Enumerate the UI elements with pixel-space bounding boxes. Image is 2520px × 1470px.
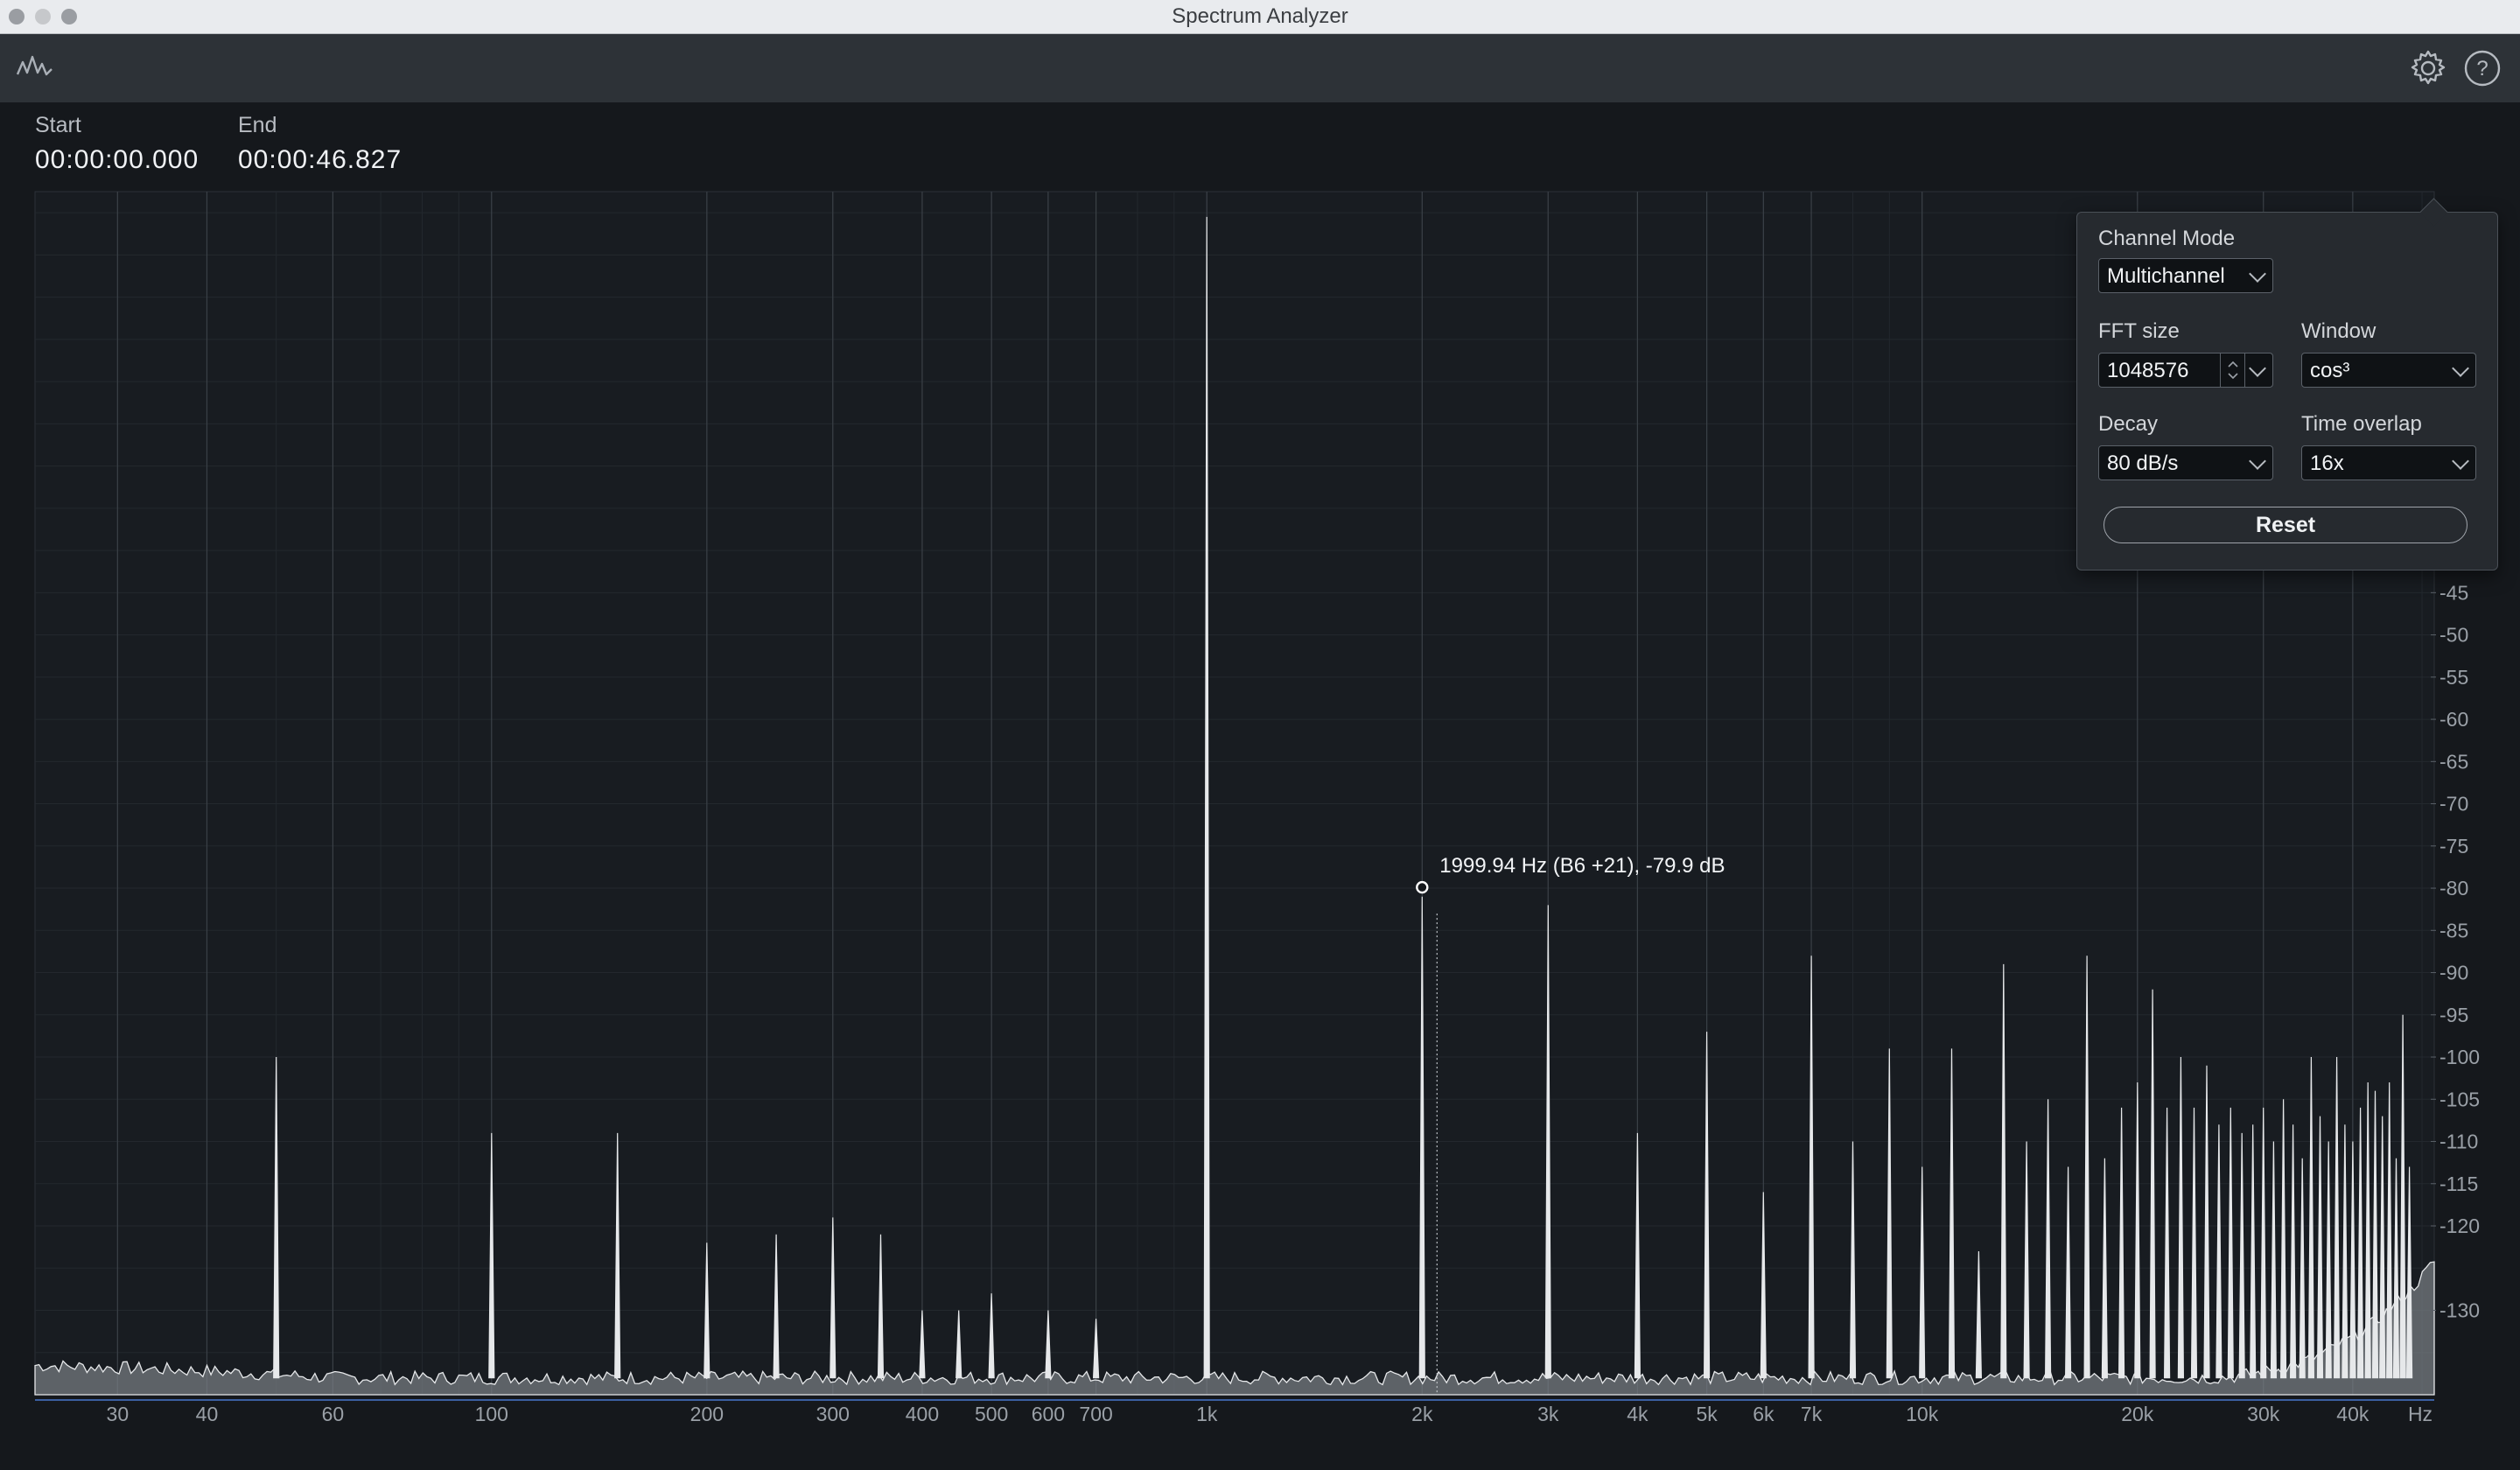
window-value: cos³ <box>2310 359 2350 382</box>
fft-size-value: 1048576 <box>2107 359 2189 382</box>
gear-icon[interactable] <box>2408 48 2448 93</box>
y-tick-label: -55 <box>2440 666 2468 689</box>
x-tick-label: 40k <box>2336 1403 2370 1425</box>
help-icon[interactable]: ? <box>2462 48 2502 93</box>
x-tick-label: 4k <box>1627 1403 1648 1425</box>
channel-mode-label: Channel Mode <box>2098 227 2236 250</box>
time-overlap-select[interactable]: 16x <box>2301 445 2476 480</box>
y-tick-label: -105 <box>2440 1088 2480 1110</box>
waveform-icon[interactable] <box>16 52 54 84</box>
x-tick-label: 5k <box>1696 1403 1718 1425</box>
x-tick-label: 700 <box>1079 1403 1112 1425</box>
y-tick-label: -75 <box>2440 835 2468 858</box>
y-tick-label: -85 <box>2440 919 2468 942</box>
chevron-down-icon <box>2249 265 2266 283</box>
y-tick-label: -110 <box>2440 1130 2478 1153</box>
decay-select[interactable]: 80 dB/s <box>2098 445 2273 480</box>
y-tick-label: -100 <box>2440 1046 2480 1068</box>
time-overlap-value: 16x <box>2310 452 2344 475</box>
channel-mode-value: Multichannel <box>2107 264 2225 288</box>
x-tick-label: 40 <box>196 1403 219 1425</box>
x-tick-label: 500 <box>975 1403 1008 1425</box>
decay-value: 80 dB/s <box>2107 452 2179 475</box>
x-tick-label: 6k <box>1753 1403 1774 1425</box>
fft-size-field[interactable]: 1048576 <box>2098 353 2273 388</box>
x-tick-label: 1k <box>1196 1403 1218 1425</box>
fft-size-label: FFT size <box>2098 319 2180 343</box>
x-tick-label: 10k <box>1906 1403 1939 1425</box>
chevron-down-icon <box>2249 452 2266 470</box>
plot-area <box>34 191 2435 1396</box>
cursor-marker[interactable] <box>1416 880 1429 894</box>
time-overlap-label: Time overlap <box>2301 412 2422 436</box>
x-tick-label: 600 <box>1032 1403 1065 1425</box>
y-tick-label: -50 <box>2440 624 2468 647</box>
x-tick-label: 20k <box>2121 1403 2154 1425</box>
main-area: Start 00:00:00.000 End 00:00:46.827 30 40… <box>0 102 2520 1470</box>
x-tick-label: 3k <box>1537 1403 1559 1425</box>
y-tick-label: -130 <box>2440 1299 2480 1322</box>
window-label: Window <box>2301 319 2376 343</box>
window-select[interactable]: cos³ <box>2301 353 2476 388</box>
cursor-readout: 1999.94 Hz (B6 +21), -79.9 dB <box>1439 854 1725 878</box>
title-bar: Spectrum Analyzer <box>0 0 2520 34</box>
y-tick-label: -45 <box>2440 581 2468 604</box>
toolbar: ? <box>0 34 2520 102</box>
x-tick-label: 200 <box>690 1403 724 1425</box>
y-tick-label: -65 <box>2440 750 2468 773</box>
svg-text:?: ? <box>2476 57 2488 80</box>
x-tick-label: 400 <box>906 1403 939 1425</box>
x-tick-label: 7k <box>1801 1403 1823 1425</box>
x-tick-label: 100 <box>475 1403 508 1425</box>
x-tick-label: 30 <box>107 1403 130 1425</box>
y-tick-label: -120 <box>2440 1214 2480 1237</box>
x-unit-label: Hz <box>2408 1403 2432 1425</box>
settings-popover: Channel Mode Multichannel FFT size 10485… <box>2076 198 2498 570</box>
decay-label: Decay <box>2098 412 2159 436</box>
x-tick-label: 60 <box>322 1403 345 1425</box>
chevron-down-icon <box>2452 452 2469 470</box>
channel-mode-select[interactable]: Multichannel <box>2098 258 2273 293</box>
y-tick-label: -115 <box>2440 1172 2478 1195</box>
y-tick-label: -60 <box>2440 708 2468 731</box>
x-tick-label: 300 <box>816 1403 850 1425</box>
reset-button[interactable]: Reset <box>2104 507 2468 543</box>
y-tick-label: -95 <box>2440 1004 2468 1026</box>
y-tick-label: -70 <box>2440 793 2468 816</box>
x-tick-label: 30k <box>2247 1403 2280 1425</box>
fft-size-stepper[interactable] <box>2220 354 2245 387</box>
chevron-down-icon <box>2452 360 2469 377</box>
y-tick-label: -90 <box>2440 962 2468 984</box>
y-tick-label: -80 <box>2440 877 2468 900</box>
x-tick-label: 2k <box>1411 1403 1433 1425</box>
window-title: Spectrum Analyzer <box>1172 4 1348 28</box>
